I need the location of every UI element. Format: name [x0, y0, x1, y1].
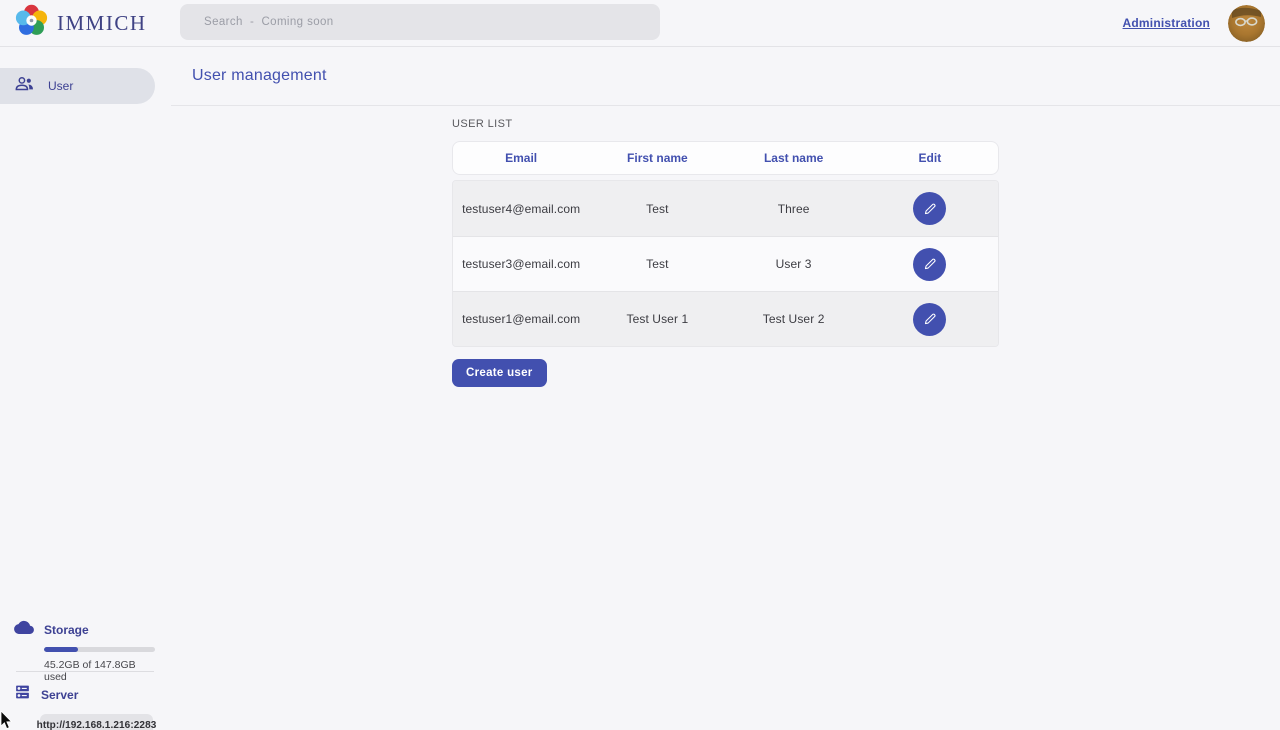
- pencil-icon: [923, 202, 937, 216]
- edit-user-button[interactable]: [913, 303, 946, 336]
- storage-progress-bar: [44, 647, 155, 652]
- user-email-cell: testuser3@email.com: [453, 257, 589, 271]
- sidebar-item-label: User: [48, 79, 73, 93]
- administration-link[interactable]: Administration: [1123, 16, 1210, 30]
- pencil-icon: [923, 312, 937, 326]
- sidebar-divider: [16, 671, 154, 672]
- page-title-bar: User management: [171, 47, 1280, 106]
- user-firstname-cell: Test: [589, 202, 725, 216]
- column-header-email: Email: [453, 151, 589, 165]
- search-input[interactable]: [180, 4, 660, 40]
- sidebar-item-user[interactable]: User: [0, 68, 155, 104]
- storage-title: Storage: [44, 623, 89, 637]
- mouse-cursor: [0, 711, 13, 730]
- user-lastname-cell: Three: [726, 202, 862, 216]
- user-avatar[interactable]: [1228, 5, 1265, 42]
- column-header-edit: Edit: [862, 151, 998, 165]
- server-icon: [14, 684, 31, 705]
- column-header-last-name: Last name: [726, 151, 862, 165]
- top-header: IMMICH Administration: [0, 0, 1280, 47]
- user-firstname-cell: Test: [589, 257, 725, 271]
- table-row: testuser1@email.com Test User 1 Test Use…: [453, 291, 998, 346]
- user-firstname-cell: Test User 1: [589, 312, 725, 326]
- people-icon: [15, 76, 34, 96]
- user-email-cell: testuser4@email.com: [453, 202, 589, 216]
- table-row: testuser4@email.com Test Three: [453, 181, 998, 236]
- page-title: User management: [192, 67, 327, 85]
- server-url-badge: http://192.168.1.216:2283: [40, 714, 153, 730]
- storage-progress-fill: [44, 647, 78, 652]
- sidebar: User Storage 45.2GB of 147.8GB used Serv…: [0, 47, 170, 730]
- user-list-heading: USER LIST: [452, 118, 999, 130]
- user-lastname-cell: Test User 2: [726, 312, 862, 326]
- app-logo[interactable]: IMMICH: [0, 4, 165, 42]
- user-list-section: USER LIST Email First name Last name Edi…: [452, 106, 999, 387]
- app-title: IMMICH: [57, 11, 147, 36]
- server-title: Server: [41, 688, 78, 702]
- edit-user-button[interactable]: [913, 192, 946, 225]
- create-user-button[interactable]: Create user: [452, 359, 547, 387]
- cloud-icon: [14, 620, 34, 639]
- user-table-body: testuser4@email.com Test Three testuser3…: [452, 180, 999, 347]
- user-table-header: Email First name Last name Edit: [452, 141, 999, 175]
- pencil-icon: [923, 257, 937, 271]
- immich-flower-icon: [15, 4, 48, 42]
- edit-user-button[interactable]: [913, 248, 946, 281]
- storage-section: Storage 45.2GB of 147.8GB used: [14, 620, 155, 683]
- table-row: testuser3@email.com Test User 3: [453, 236, 998, 291]
- user-lastname-cell: User 3: [726, 257, 862, 271]
- column-header-first-name: First name: [589, 151, 725, 165]
- server-section: Server http://192.168.1.216:2283 Status …: [14, 684, 155, 730]
- user-email-cell: testuser1@email.com: [453, 312, 589, 326]
- main-panel: User management USER LIST Email First na…: [171, 47, 1280, 730]
